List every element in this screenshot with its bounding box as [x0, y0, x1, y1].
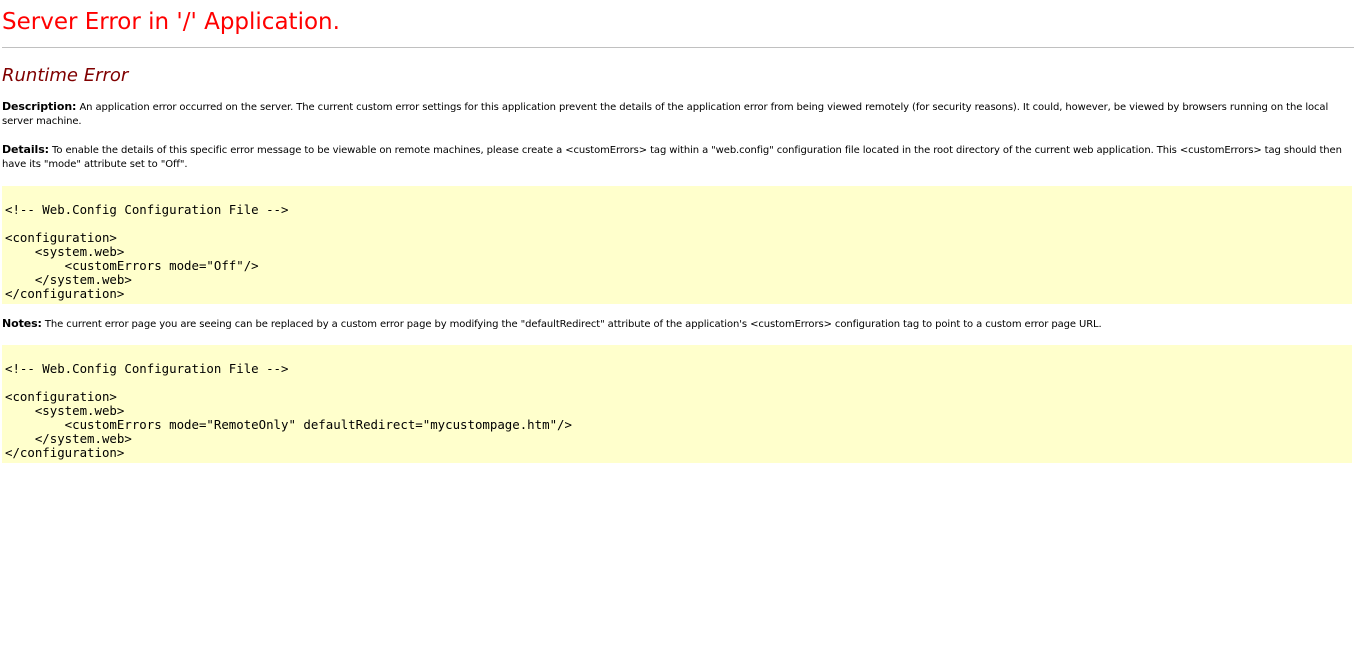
notes-text: The current error page you are seeing ca…	[41, 319, 1102, 330]
config-code-block-off: <!-- Web.Config Configuration File --> <…	[2, 186, 1352, 304]
error-details: Details: To enable the details of this s…	[2, 143, 1354, 172]
details-label: Details:	[2, 143, 49, 156]
error-notes: Notes: The current error page you are se…	[2, 317, 1354, 332]
code-line: <system.web>	[5, 403, 125, 418]
description-label: Description:	[2, 100, 77, 113]
page-title: Server Error in '/' Application.	[2, 9, 340, 35]
error-description: Description: An application error occurr…	[2, 100, 1354, 129]
error-heading: Runtime Error	[2, 65, 129, 86]
code-line: <customErrors mode="Off"/>	[5, 258, 259, 273]
code-line: </system.web>	[5, 272, 132, 287]
code-line: <configuration>	[5, 230, 117, 245]
code-line: </configuration>	[5, 286, 125, 301]
code-line: </system.web>	[5, 431, 132, 446]
description-text: An application error occurred on the ser…	[2, 102, 1329, 127]
code-line: <customErrors mode="RemoteOnly" defaultR…	[5, 417, 572, 432]
title-divider	[2, 47, 1354, 48]
code-comment: <!-- Web.Config Configuration File -->	[5, 361, 289, 376]
code-line: </configuration>	[5, 445, 125, 460]
error-page: Server Error in '/' Application. Runtime…	[0, 0, 1355, 463]
details-text: To enable the details of this specific e…	[2, 145, 1342, 170]
notes-label: Notes:	[2, 317, 42, 330]
config-code-block-remoteonly: <!-- Web.Config Configuration File --> <…	[2, 345, 1352, 463]
code-line: <system.web>	[5, 244, 125, 259]
code-line: <configuration>	[5, 389, 117, 404]
code-comment: <!-- Web.Config Configuration File -->	[5, 202, 289, 217]
